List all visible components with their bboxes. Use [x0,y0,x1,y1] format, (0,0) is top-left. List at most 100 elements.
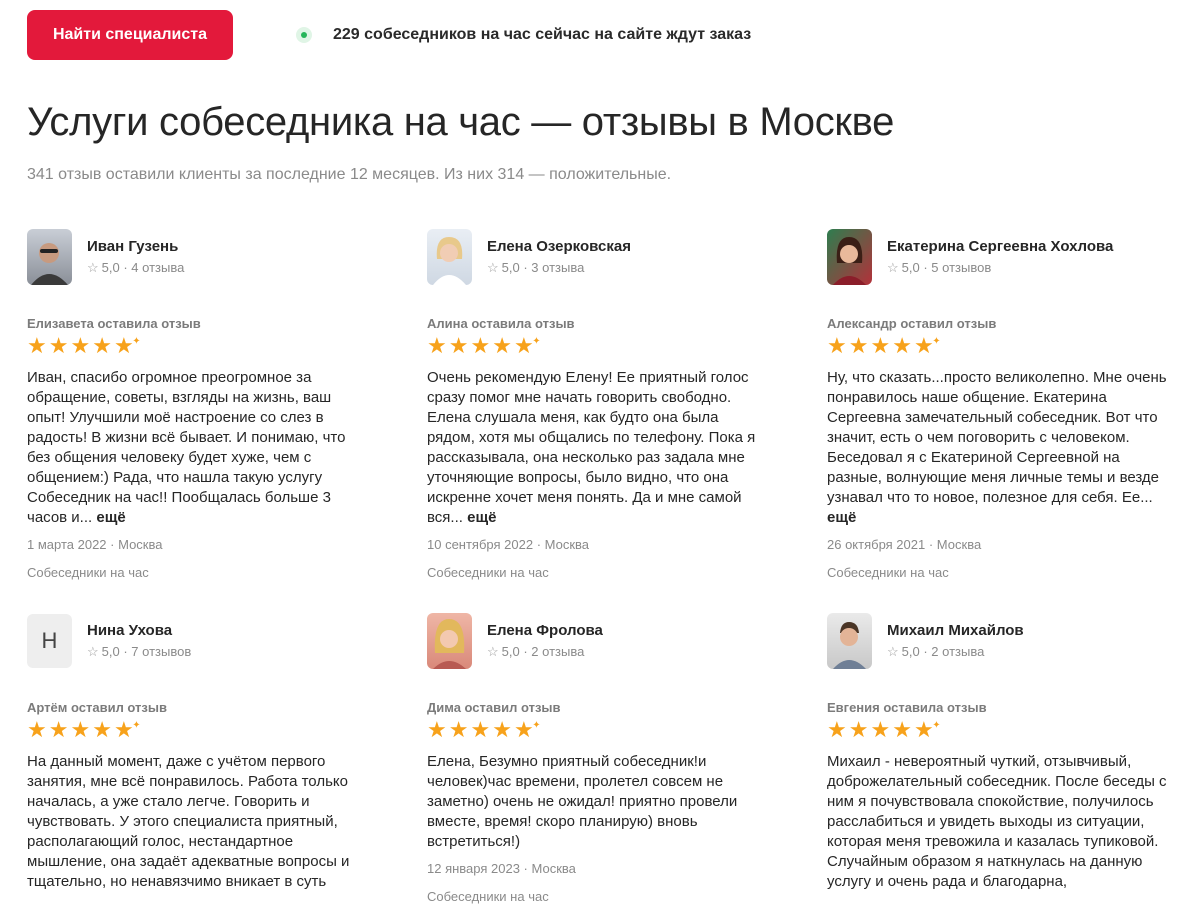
review-author: Елизавета оставила отзыв [27,316,201,331]
avatar[interactable] [827,613,872,669]
specialist-name[interactable]: Екатерина Сергеевна Хохлова [887,237,1113,257]
rating-stars: ★ ★ ★ ★ ★ ✦ [427,717,767,742]
review-author: Александр оставил отзыв [827,316,997,331]
avatar[interactable] [427,229,472,285]
star-icon: ★ [848,333,869,358]
review-count: 2 отзыва [531,643,585,659]
review-meta: 1 марта 2022 · Москва [27,537,163,552]
rating-stars: ★ ★ ★ ★ ★ ✦ [827,717,1167,742]
find-specialist-button[interactable]: Найти специалиста [27,10,233,60]
star-icon: ★ [48,333,69,358]
online-status-dot-icon [296,27,312,43]
star-outline-icon: ☆ [887,643,899,659]
star-icon: ★ [427,717,447,742]
star-icon: ★ [492,717,512,742]
review-text: Михаил - невероятный чуткий, отзывчивый,… [827,753,1167,890]
specialist-header[interactable]: Иван Гузень ☆ 5,0 · 4 отзыва [27,229,367,285]
star-icon: ★ [70,717,91,742]
review-author: Артём оставил отзыв [27,700,167,715]
half-star-icon: ★ ✦ [513,717,541,742]
avatar[interactable]: Н [27,614,72,668]
star-icon: ★ [92,333,112,358]
review-text: Очень рекомендую Елену! Ее приятный голо… [427,369,756,526]
rating-stars: ★ ★ ★ ★ ★ ✦ [427,333,767,358]
review-text: Ну, что сказать...просто великолепно. Мн… [827,369,1167,526]
rating-value: 5,0 [101,259,120,275]
star-icon: ★ [870,333,891,358]
star-outline-icon: ☆ [87,643,99,659]
specialist-name[interactable]: Нина Ухова [87,621,191,641]
star-icon: ★ [827,333,847,358]
half-star-icon: ★ ✦ [113,333,141,358]
specialist-header[interactable]: Елена Озерковская ☆ 5,0 · 3 отзыва [427,229,767,285]
star-icon: ★ [92,717,112,742]
review-card: Екатерина Сергеевна Хохлова ☆ 5,0 · 5 от… [827,229,1167,582]
star-icon: ★ [848,717,869,742]
review-card: Михаил Михайлов ☆ 5,0 · 2 отзыва Евгения… [827,613,1167,892]
review-meta: 26 октября 2021 · Москва [827,537,982,552]
rating-stars: ★ ★ ★ ★ ★ ✦ [827,333,1167,358]
rating-value: 5,0 [901,259,920,275]
star-outline-icon: ☆ [887,259,899,275]
avatar[interactable] [27,229,72,285]
avatar[interactable] [427,613,472,669]
star-icon: ★ [448,333,469,358]
review-card: Н Нина Ухова ☆ 5,0 · 7 отзывов Артём ост… [27,613,367,892]
read-more-link[interactable]: ещё [96,509,125,526]
specialist-name[interactable]: Елена Фролова [487,621,603,641]
review-count: 3 отзыва [531,259,585,275]
specialist-header[interactable]: Михаил Михайлов ☆ 5,0 · 2 отзыва [827,613,1167,669]
rating-value: 5,0 [501,643,520,659]
specialist-name[interactable]: Михаил Михайлов [887,621,1024,641]
service-link[interactable]: Собеседники на час [427,888,767,906]
service-link[interactable]: Собеседники на час [827,564,1167,582]
review-meta: 12 января 2023 · Москва [427,861,576,876]
avatar[interactable] [827,229,872,285]
specialist-name[interactable]: Иван Гузень [87,237,184,257]
star-icon: ★ [892,333,912,358]
review-date: 10 сентября 2022 [427,537,534,552]
specialist-header[interactable]: Н Нина Ухова ☆ 5,0 · 7 отзывов [27,613,367,669]
specialist-rating: ☆ 5,0 · 2 отзыва [487,642,603,662]
review-author: Алина оставила отзыв [427,316,575,331]
review-meta: 10 сентября 2022 · Москва [427,537,590,552]
online-count-text: 229 собеседников на час сейчас на сайте … [333,26,752,43]
review-text: Иван, спасибо огромное преогромное за об… [27,369,346,526]
top-bar: Найти специалиста [27,10,233,60]
star-outline-icon: ☆ [487,643,499,659]
rating-value: 5,0 [901,643,920,659]
review-count: 2 отзыва [931,643,985,659]
read-more-link[interactable]: ещё [467,509,496,526]
review-city: Москва [936,537,982,552]
star-icon: ★ [470,333,491,358]
star-icon: ★ [470,717,491,742]
star-icon: ★ [448,717,469,742]
review-date: 12 января 2023 [427,861,520,876]
online-indicator: 229 собеседников на час сейчас на сайте … [296,26,751,44]
review-count: 5 отзывов [931,259,992,275]
review-count: 4 отзыва [131,259,185,275]
read-more-link[interactable]: ещё [827,509,856,526]
half-star-icon: ★ ✦ [113,717,141,742]
review-author: Евгения оставила отзыв [827,700,987,715]
star-icon: ★ [492,333,512,358]
review-author: Дима оставил отзыв [427,700,561,715]
specialist-rating: ☆ 5,0 · 3 отзыва [487,258,631,278]
service-link[interactable]: Собеседники на час [27,564,367,582]
specialist-name[interactable]: Елена Озерковская [487,237,631,257]
rating-stars: ★ ★ ★ ★ ★ ✦ [27,717,367,742]
star-icon: ★ [827,717,847,742]
review-card: Иван Гузень ☆ 5,0 · 4 отзыва Елизавета о… [27,229,367,582]
specialist-header[interactable]: Екатерина Сергеевна Хохлова ☆ 5,0 · 5 от… [827,229,1167,285]
review-city: Москва [118,537,163,552]
page-subtitle: 341 отзыв оставили клиенты за последние … [27,166,672,183]
star-icon: ★ [70,333,91,358]
star-outline-icon: ☆ [87,259,99,275]
specialist-header[interactable]: Елена Фролова ☆ 5,0 · 2 отзыва [427,613,767,669]
review-count: 7 отзывов [131,643,192,659]
specialist-rating: ☆ 5,0 · 5 отзывов [887,258,1113,278]
review-date: 26 октября 2021 [827,537,926,552]
review-city: Москва [531,861,576,876]
rating-value: 5,0 [501,259,520,275]
service-link[interactable]: Собеседники на час [427,564,767,582]
